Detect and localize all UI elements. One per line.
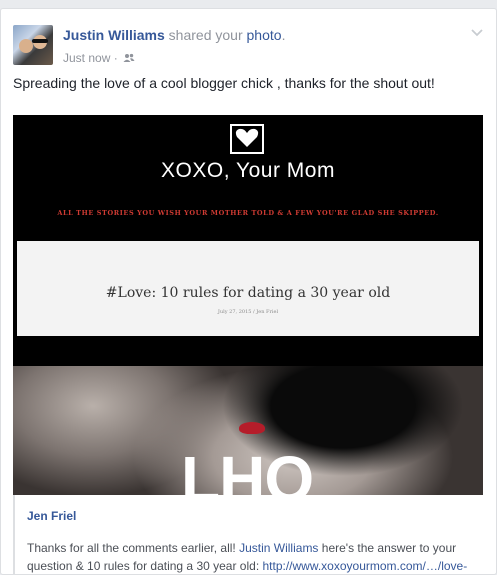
photo-overlay-text: LHQ xyxy=(181,443,314,495)
photo-lips xyxy=(239,422,265,434)
post-caption: Spreading the love of a cool blogger chi… xyxy=(13,75,435,91)
action-text: shared your xyxy=(164,27,247,43)
timestamp-link[interactable]: Just now xyxy=(63,51,110,65)
preview-author-link[interactable]: Jen Friel xyxy=(27,509,76,523)
heart-logo-icon xyxy=(229,123,265,160)
site-title: XOXO, Your Mom xyxy=(161,159,335,182)
chevron-down-icon[interactable] xyxy=(470,25,484,43)
feed-story-card: Justin Williams shared your photo. Just … xyxy=(0,8,497,575)
blog-post-title: #Love: 10 rules for dating a 30 year old xyxy=(105,285,391,301)
preview-excerpt: Thanks for all the comments earlier, all… xyxy=(27,539,475,574)
author-avatar[interactable] xyxy=(13,25,53,65)
story-header: Justin Williams shared your photo. Just … xyxy=(13,21,484,65)
excerpt-text-start: Thanks for all the comments earlier, all… xyxy=(27,541,240,555)
blog-post-byline: July 27, 2015 / Jen Friel xyxy=(217,309,279,315)
story-title-line: Justin Williams shared your photo. xyxy=(63,27,285,43)
author-name-link[interactable]: Justin Williams xyxy=(63,27,165,43)
shared-photo[interactable]: XOXO, Your Mom ALL THE STORIES YOU WISH … xyxy=(13,115,483,495)
photo-link[interactable]: photo xyxy=(247,27,282,43)
action-end: . xyxy=(281,27,286,43)
blog-url-link[interactable]: http://www.xoxoyourmom.com/…/love- xyxy=(262,559,467,573)
blog-post-panel: #Love: 10 rules for dating a 30 year old… xyxy=(17,241,479,336)
mention-link[interactable]: Justin Williams xyxy=(239,541,318,555)
friends-icon[interactable] xyxy=(123,52,135,66)
story-meta: Just now · xyxy=(63,51,135,66)
blog-post-photo: LHQ xyxy=(13,366,483,495)
shared-post-preview: Jen Friel Thanks for all the comments ea… xyxy=(13,495,483,574)
meta-separator: · xyxy=(110,51,122,65)
site-tagline: ALL THE STORIES YOU WISH YOUR MOTHER TOL… xyxy=(57,209,439,217)
